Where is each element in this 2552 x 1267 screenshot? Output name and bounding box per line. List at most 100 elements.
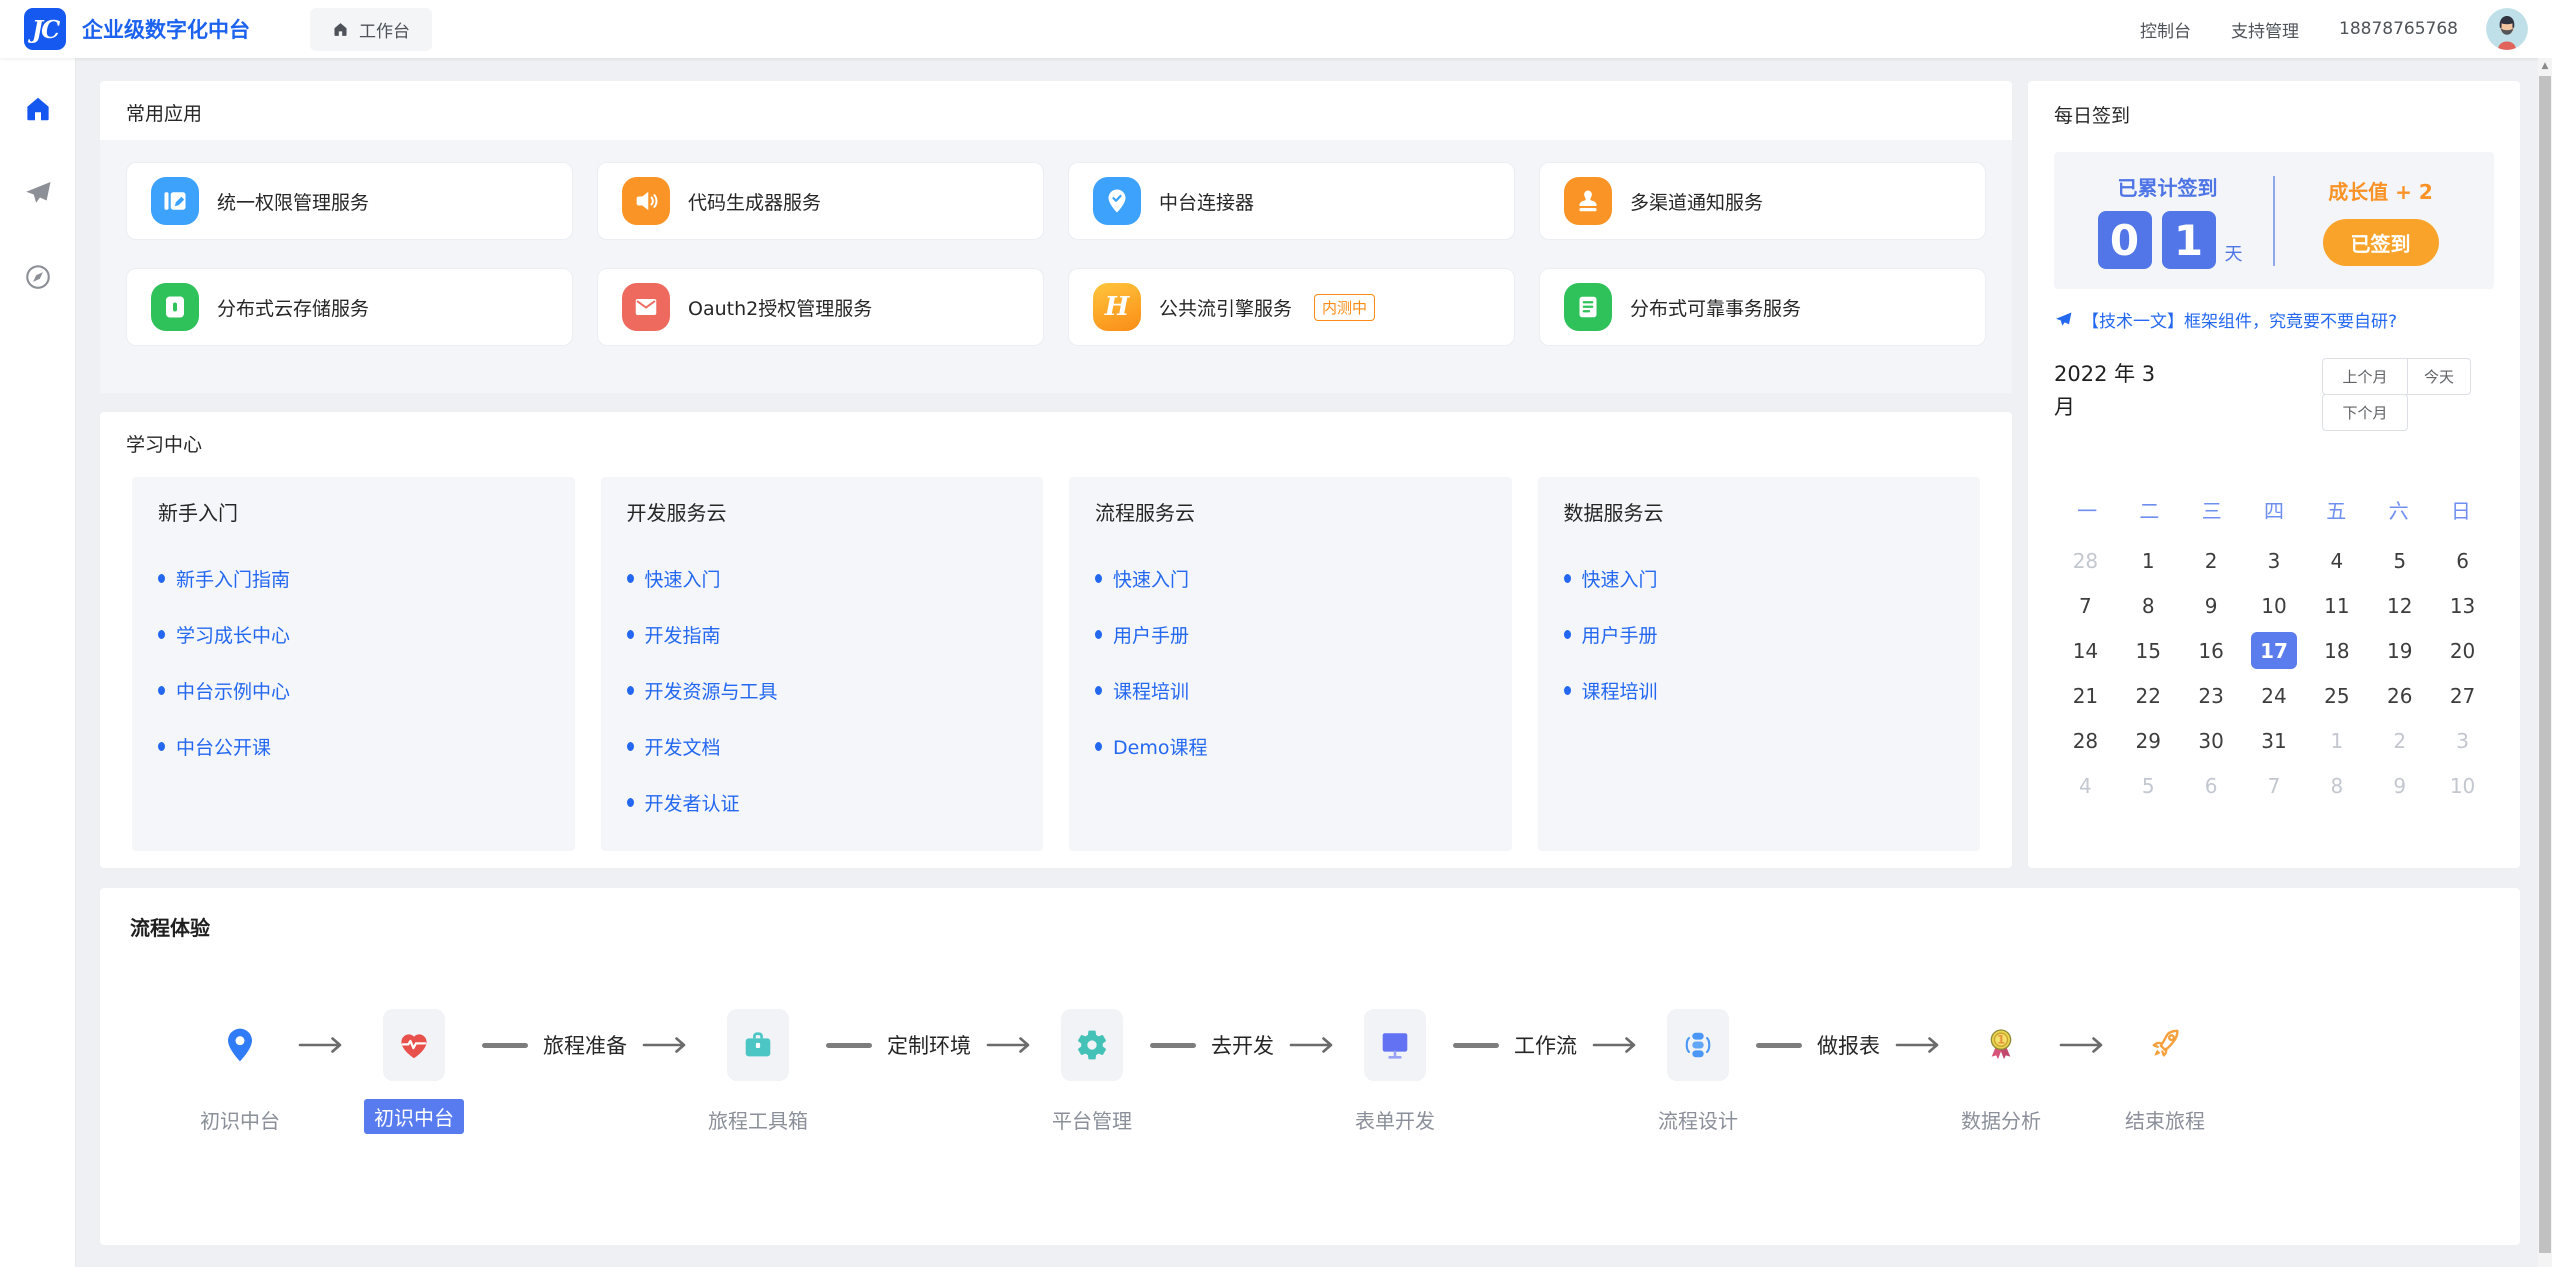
- calendar-day[interactable]: 27: [2431, 673, 2494, 718]
- calendar-day[interactable]: 28: [2054, 538, 2117, 583]
- learning-link[interactable]: 新手入门指南: [158, 550, 549, 606]
- calendar-day[interactable]: 4: [2305, 538, 2368, 583]
- calendar-day[interactable]: 13: [2431, 583, 2494, 628]
- calendar-day[interactable]: 1: [2117, 538, 2180, 583]
- calendar-day[interactable]: 3: [2431, 718, 2494, 763]
- sidebar-item-send[interactable]: [23, 178, 53, 208]
- calendar-day[interactable]: 2: [2180, 538, 2243, 583]
- calendar-day[interactable]: 30: [2180, 718, 2243, 763]
- header-nav-item-1[interactable]: 支持管理: [2231, 17, 2299, 42]
- today-button[interactable]: 今天: [2407, 358, 2471, 395]
- app-card[interactable]: 统一权限管理服务: [126, 162, 573, 240]
- flow-step-node[interactable]: 1数据分析: [1961, 1009, 2041, 1134]
- flow-step-node[interactable]: 旅程工具箱: [708, 1009, 808, 1134]
- sidebar-item-home[interactable]: [23, 94, 53, 124]
- learning-link-text[interactable]: 课程培训: [1113, 677, 1189, 704]
- calendar-day[interactable]: 5: [2368, 538, 2431, 583]
- learning-link[interactable]: 开发指南: [627, 606, 1018, 662]
- calendar-day[interactable]: 15: [2117, 628, 2180, 673]
- app-card[interactable]: 分布式可靠事务服务: [1539, 268, 1986, 346]
- calendar-day-selected[interactable]: 17: [2243, 628, 2306, 673]
- calendar-day[interactable]: 8: [2117, 583, 2180, 628]
- learning-link[interactable]: 学习成长中心: [158, 606, 549, 662]
- signed-in-button[interactable]: 已签到: [2323, 219, 2439, 266]
- learning-link[interactable]: 中台公开课: [158, 718, 549, 774]
- calendar-day[interactable]: 2: [2368, 718, 2431, 763]
- calendar-day[interactable]: 26: [2368, 673, 2431, 718]
- learning-link-text[interactable]: 用户手册: [1582, 621, 1658, 648]
- calendar-day[interactable]: 20: [2431, 628, 2494, 673]
- avatar[interactable]: [2486, 8, 2528, 50]
- flow-step-node[interactable]: 平台管理: [1052, 1009, 1132, 1134]
- calendar-day[interactable]: 31: [2243, 718, 2306, 763]
- calendar-day[interactable]: 21: [2054, 673, 2117, 718]
- calendar-day[interactable]: 9: [2368, 763, 2431, 808]
- calendar-day[interactable]: 14: [2054, 628, 2117, 673]
- flow-step-node[interactable]: 初识中台: [364, 1009, 464, 1134]
- app-card[interactable]: 代码生成器服务: [597, 162, 1044, 240]
- calendar-day[interactable]: 28: [2054, 718, 2117, 763]
- calendar-day[interactable]: 7: [2243, 763, 2306, 808]
- calendar-day[interactable]: 10: [2431, 763, 2494, 808]
- learning-link-text[interactable]: 快速入门: [645, 565, 721, 592]
- calendar-day[interactable]: 3: [2243, 538, 2306, 583]
- tech-article-link[interactable]: 【技术一文】框架组件，究竟要不要自研?: [2054, 307, 2494, 332]
- calendar-day[interactable]: 25: [2305, 673, 2368, 718]
- learning-link[interactable]: 中台示例中心: [158, 662, 549, 718]
- next-month-button[interactable]: 下个月: [2322, 394, 2408, 431]
- learning-link-text[interactable]: 新手入门指南: [176, 565, 290, 592]
- app-card[interactable]: 多渠道通知服务: [1539, 162, 1986, 240]
- header-nav-item-2[interactable]: 18878765768: [2339, 19, 2458, 39]
- learning-link[interactable]: 开发者认证: [627, 774, 1018, 830]
- learning-link[interactable]: 快速入门: [1564, 550, 1955, 606]
- learning-link-text[interactable]: 中台示例中心: [176, 677, 290, 704]
- learning-link-text[interactable]: 开发指南: [645, 621, 721, 648]
- learning-link[interactable]: 用户手册: [1095, 606, 1486, 662]
- learning-link[interactable]: 快速入门: [627, 550, 1018, 606]
- learning-link-text[interactable]: 快速入门: [1113, 565, 1189, 592]
- learning-link-text[interactable]: 学习成长中心: [176, 621, 290, 648]
- calendar-day[interactable]: 16: [2180, 628, 2243, 673]
- calendar-day[interactable]: 22: [2117, 673, 2180, 718]
- learning-link[interactable]: 快速入门: [1095, 550, 1486, 606]
- learning-link[interactable]: 课程培训: [1564, 662, 1955, 718]
- calendar-day[interactable]: 6: [2180, 763, 2243, 808]
- learning-link-text[interactable]: 开发者认证: [645, 789, 740, 816]
- calendar-day[interactable]: 7: [2054, 583, 2117, 628]
- learning-link-text[interactable]: 开发文档: [645, 733, 721, 760]
- learning-link-text[interactable]: 用户手册: [1113, 621, 1189, 648]
- calendar-day[interactable]: 4: [2054, 763, 2117, 808]
- calendar-day[interactable]: 24: [2243, 673, 2306, 718]
- learning-link[interactable]: 开发资源与工具: [627, 662, 1018, 718]
- calendar-day[interactable]: 12: [2368, 583, 2431, 628]
- learning-link[interactable]: 课程培训: [1095, 662, 1486, 718]
- calendar-day[interactable]: 5: [2117, 763, 2180, 808]
- calendar-day[interactable]: 6: [2431, 538, 2494, 583]
- flow-step-node[interactable]: 表单开发: [1355, 1009, 1435, 1134]
- app-card[interactable]: 中台连接器: [1068, 162, 1515, 240]
- scrollbar-up-arrow[interactable]: ▲: [2538, 58, 2552, 74]
- calendar-day[interactable]: 29: [2117, 718, 2180, 763]
- learning-link-text[interactable]: Demo课程: [1113, 733, 1207, 760]
- prev-month-button[interactable]: 上个月: [2322, 358, 2408, 395]
- calendar-day[interactable]: 9: [2180, 583, 2243, 628]
- app-card[interactable]: 分布式云存储服务: [126, 268, 573, 346]
- flow-step-node[interactable]: 结束旅程: [2125, 1009, 2205, 1134]
- calendar-day[interactable]: 19: [2368, 628, 2431, 673]
- app-card[interactable]: Oauth2授权管理服务: [597, 268, 1044, 346]
- learning-link-text[interactable]: 快速入门: [1582, 565, 1658, 592]
- sidebar-item-compass[interactable]: [23, 262, 53, 292]
- calendar-day[interactable]: 11: [2305, 583, 2368, 628]
- learning-link[interactable]: 开发文档: [627, 718, 1018, 774]
- calendar-day[interactable]: 1: [2305, 718, 2368, 763]
- learning-link-text[interactable]: 中台公开课: [176, 733, 271, 760]
- flow-step-node[interactable]: 初识中台: [200, 1009, 280, 1134]
- learning-link-text[interactable]: 课程培训: [1582, 677, 1658, 704]
- learning-link[interactable]: Demo课程: [1095, 718, 1486, 774]
- learning-link-text[interactable]: 开发资源与工具: [645, 677, 778, 704]
- calendar-day[interactable]: 23: [2180, 673, 2243, 718]
- learning-link[interactable]: 用户手册: [1564, 606, 1955, 662]
- calendar-day[interactable]: 18: [2305, 628, 2368, 673]
- app-card[interactable]: H公共流引擎服务内测中: [1068, 268, 1515, 346]
- scrollbar-thumb[interactable]: [2539, 76, 2551, 1253]
